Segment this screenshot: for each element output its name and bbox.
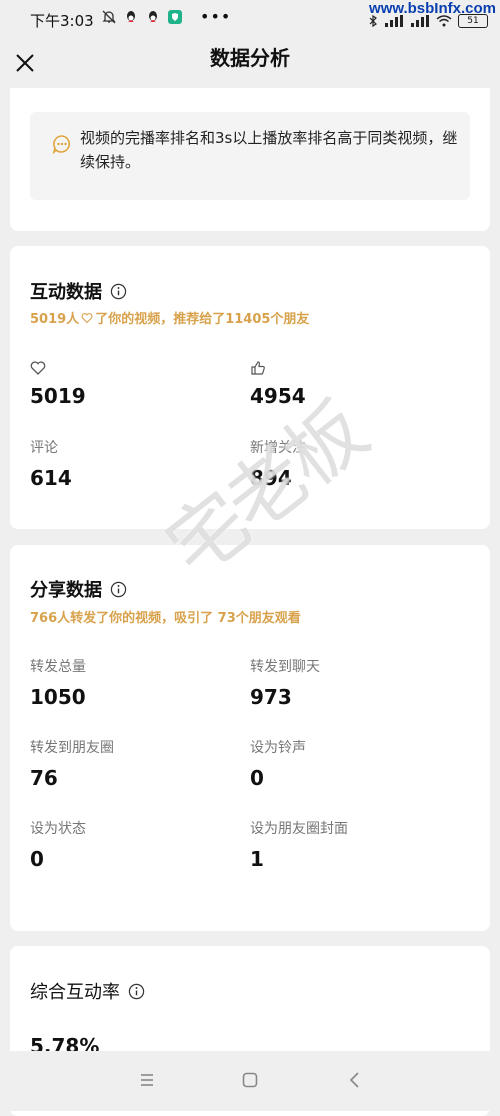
interaction-card: 互动数据 5019人 了你的视频，推荐给了11405个朋友 5019 4954 …: [10, 246, 490, 529]
shield-app-icon: [168, 10, 182, 24]
interaction-summary-post: 了你的视频，推荐给了11405个朋友: [95, 312, 310, 327]
share-title-row: 分享数据: [30, 576, 127, 602]
tip-text: 视频的完播率排名和3s以上播放率排名高于同类视频，继续保持。: [80, 129, 458, 171]
ringtone-label: 设为铃声: [250, 740, 306, 756]
thumbs-up-icon: [251, 361, 265, 375]
info-icon[interactable]: [110, 581, 127, 598]
status-metric: 设为状态 0: [30, 819, 86, 871]
new-follows-metric: 新增关注 894: [250, 438, 306, 490]
share-chat-metric: 转发到聊天 973: [250, 657, 320, 709]
new-follows-value: 894: [250, 466, 292, 490]
cover-value: 1: [250, 847, 264, 871]
status-bar: 下午3:03 ••• www.bsbInfx.com 51: [0, 0, 500, 38]
battery-icon: 51: [458, 14, 488, 28]
more-notifications-icon: •••: [200, 7, 232, 26]
interaction-title: 互动数据: [30, 282, 102, 303]
status-label: 设为状态: [30, 821, 86, 837]
interaction-summary: 5019人 了你的视频，推荐给了11405个朋友: [30, 308, 309, 327]
share-total-value: 1050: [30, 685, 86, 709]
page-title: 数据分析: [210, 46, 290, 70]
heart-icon: [30, 361, 46, 375]
new-follows-label: 新增关注: [250, 440, 306, 456]
share-title: 分享数据: [30, 580, 102, 601]
comments-label: 评论: [30, 440, 58, 456]
message-dots-icon: [52, 135, 71, 154]
cover-label: 设为朋友圈封面: [250, 821, 348, 837]
tip-box: 视频的完播率排名和3s以上播放率排名高于同类视频，继续保持。: [30, 112, 470, 200]
bluetooth-icon: [369, 15, 377, 27]
overall-title-row: 综合互动率: [30, 978, 145, 1004]
status-notification-icons: [101, 9, 183, 25]
comments-value: 614: [30, 466, 72, 490]
share-moments-metric: 转发到朋友圈 76: [30, 738, 114, 790]
top-nav: 数据分析: [0, 38, 500, 88]
share-chat-label: 转发到聊天: [250, 659, 320, 675]
likes-value: 5019: [30, 384, 86, 408]
ringtone-metric: 设为铃声 0: [250, 738, 306, 790]
system-nav-bar: [0, 1051, 500, 1111]
qq-icon: [149, 11, 157, 22]
share-total-metric: 转发总量 1050: [30, 657, 86, 709]
share-moments-value: 76: [30, 766, 58, 790]
share-card: 分享数据 766人转发了你的视频，吸引了 73个朋友观看 转发总量 1050 转…: [10, 545, 490, 931]
comments-metric: 评论 614: [30, 438, 72, 490]
share-total-label: 转发总量: [30, 659, 86, 675]
share-moments-label: 转发到朋友圈: [30, 740, 114, 756]
thumbs-value: 4954: [250, 384, 306, 408]
status-time: 下午3:03: [30, 12, 94, 30]
signal-icon: [385, 15, 403, 27]
info-icon[interactable]: [110, 283, 127, 300]
thumbs-metric: 4954: [250, 358, 306, 408]
wifi-icon: [436, 15, 452, 27]
menu-icon[interactable]: [136, 1069, 158, 1091]
overall-title: 综合互动率: [30, 982, 120, 1003]
qq-icon: [127, 11, 135, 22]
share-summary: 766人转发了你的视频，吸引了 73个朋友观看: [30, 611, 301, 626]
interaction-title-row: 互动数据: [30, 278, 127, 304]
status-right-icons: 51: [368, 14, 488, 28]
tip-card: 视频的完播率排名和3s以上播放率排名高于同类视频，继续保持。: [10, 88, 490, 231]
home-icon[interactable]: [239, 1069, 261, 1091]
info-icon[interactable]: [128, 983, 145, 1000]
interaction-summary-pre: 5019人: [30, 312, 80, 327]
likes-metric: 5019: [30, 358, 86, 408]
share-chat-value: 973: [250, 685, 292, 709]
cover-metric: 设为朋友圈封面 1: [250, 819, 348, 871]
signal-icon: [411, 15, 429, 27]
ringtone-value: 0: [250, 766, 264, 790]
bell-off-icon: [102, 10, 116, 24]
back-icon[interactable]: [344, 1069, 366, 1091]
status-value: 0: [30, 847, 44, 871]
heart-icon: [81, 312, 93, 323]
